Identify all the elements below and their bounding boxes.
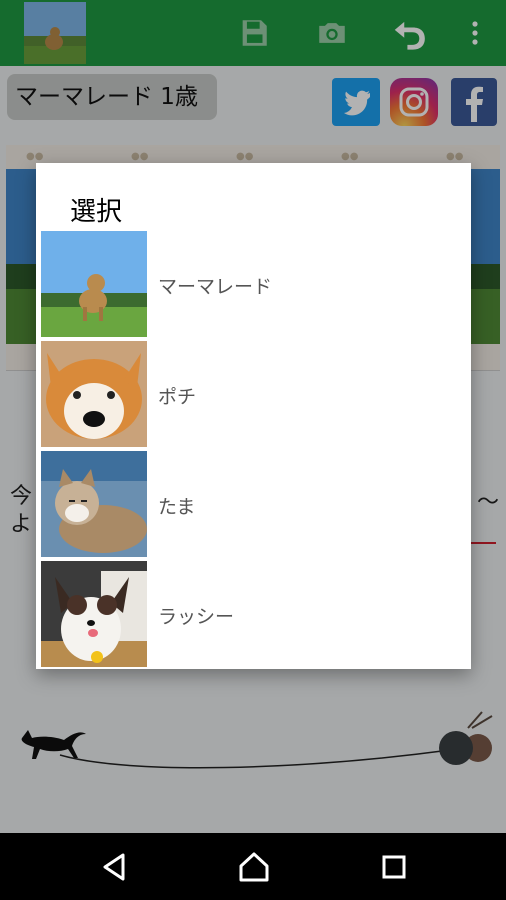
system-nav-bar — [0, 833, 506, 900]
pet-list-item[interactable]: ラッシー — [41, 561, 471, 667]
pet-name: ポチ — [158, 386, 197, 408]
home-icon[interactable] — [236, 849, 272, 885]
pet-list-item[interactable]: ポチ — [41, 341, 471, 447]
dog-photo-icon — [41, 341, 147, 447]
cat-photo-icon — [41, 451, 147, 557]
dog-photo-icon — [41, 561, 147, 667]
pet-name: マーマレード — [158, 276, 273, 298]
pet-name: たま — [158, 496, 196, 518]
back-icon[interactable] — [96, 849, 132, 885]
pet-name: ラッシー — [158, 606, 235, 628]
dog-photo-icon — [41, 231, 147, 337]
select-pet-dialog: 選択 マーマレード ポチ たま ラッシー — [36, 163, 471, 669]
pet-list-item[interactable]: マーマレード — [41, 231, 471, 337]
pet-list-item[interactable]: たま — [41, 451, 471, 557]
dialog-title: 選択 — [70, 197, 123, 227]
recents-icon[interactable] — [376, 849, 412, 885]
